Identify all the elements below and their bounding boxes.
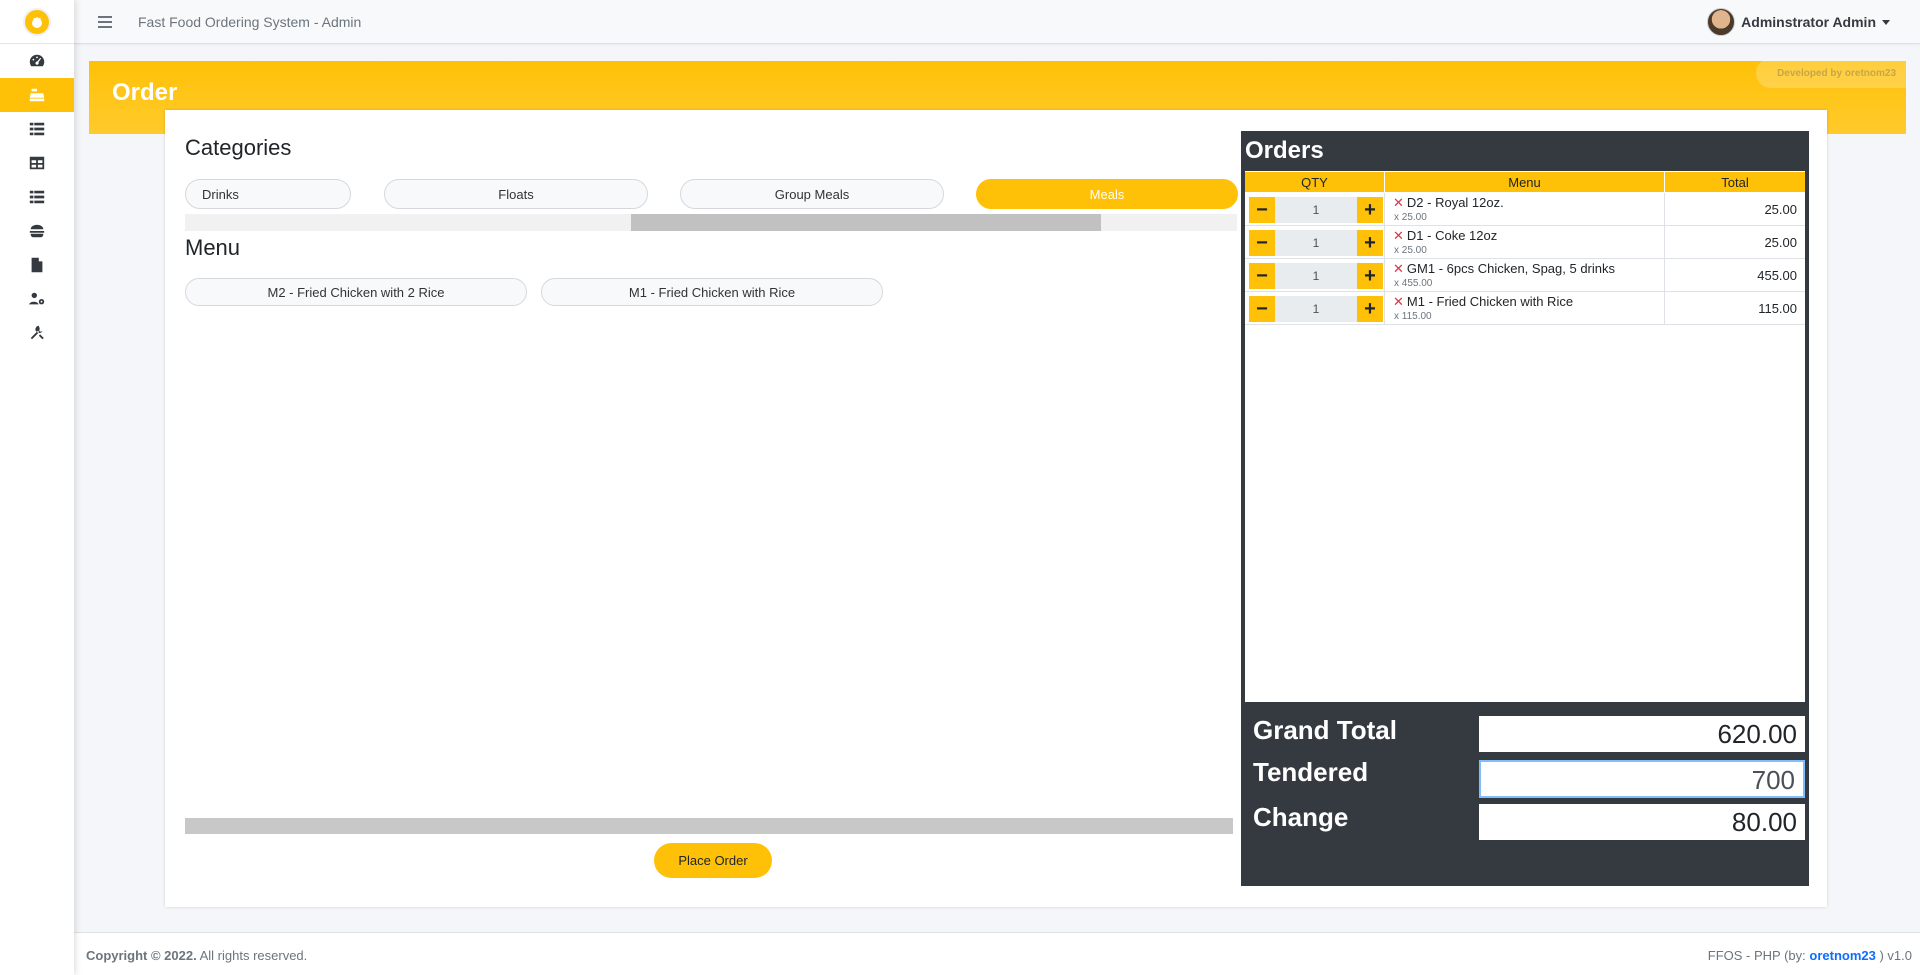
menu-toggle-icon[interactable]: [98, 15, 112, 28]
footer: Copyright © 2022. All rights reserved. F…: [74, 932, 1920, 975]
list-icon: [29, 122, 45, 136]
order-item-total: 25.00: [1764, 202, 1797, 217]
plus-button[interactable]: +: [1357, 230, 1383, 256]
author-link[interactable]: oretnom23: [1809, 948, 1875, 963]
category-group-meals[interactable]: Group Meals: [680, 179, 944, 209]
grand-total-label: Grand Total: [1253, 715, 1397, 745]
quantity-field[interactable]: 1: [1275, 296, 1357, 322]
brand-logo-icon: [23, 7, 51, 36]
burger-icon: [29, 224, 45, 238]
menu-title: Menu: [185, 235, 241, 260]
category-floats[interactable]: Floats: [384, 179, 648, 209]
copyright: Copyright © 2022. All rights reserved.: [86, 948, 308, 963]
column-header-qty: QTY: [1245, 172, 1385, 192]
change-label: Change: [1253, 802, 1349, 832]
order-row: − 1 + ✕ GM1 - 6pcs Chicken, Spag, 5 drink…: [1245, 259, 1805, 292]
grand-total-value: 620.00: [1479, 716, 1805, 752]
plus-button[interactable]: +: [1357, 197, 1383, 223]
minus-button[interactable]: −: [1249, 197, 1275, 223]
order-item-name: ✕ GM1 - 6pcs Chicken, Spag, 5 drinks: [1393, 261, 1615, 276]
file-icon: [31, 257, 43, 273]
table-icon: [29, 156, 45, 170]
order-card: Categories Drinks Floats Group Meals Mea…: [165, 110, 1827, 907]
column-header-total: Total: [1665, 172, 1805, 192]
quantity-field[interactable]: 1: [1275, 197, 1357, 223]
categories-title: Categories: [185, 135, 292, 160]
qty-stepper: − 1 +: [1245, 226, 1385, 259]
change-value: 80.00: [1479, 804, 1805, 840]
menu-scrollbar[interactable]: [185, 818, 1233, 834]
order-item-name: ✕ D1 - Coke 12oz: [1393, 228, 1498, 243]
order-item-price: x 25.00: [1394, 245, 1427, 256]
remove-icon[interactable]: ✕: [1393, 228, 1404, 243]
user-name: Adminstrator Admin: [1741, 14, 1876, 30]
plus-button[interactable]: +: [1357, 263, 1383, 289]
order-item-total: 25.00: [1764, 235, 1797, 250]
tendered-label: Tendered: [1253, 757, 1369, 787]
credit: FFOS - PHP (by: oretnom23 ) v1.0: [1707, 948, 1912, 963]
order-row: − 1 + ✕ D1 - Coke 12oz x 25.00 25.00: [1245, 226, 1805, 259]
sidebar-item-order[interactable]: [0, 78, 74, 112]
sidebar-item-menu[interactable]: [0, 214, 74, 248]
sidebar-item-reports[interactable]: [0, 248, 74, 282]
minus-button[interactable]: −: [1249, 296, 1275, 322]
tendered-input[interactable]: 700: [1479, 760, 1805, 798]
order-row: − 1 + ✕ D2 - Royal 12oz. x 25.00 25.00: [1245, 193, 1805, 226]
order-item-price: x 455.00: [1394, 278, 1433, 289]
list-alt-icon: [29, 190, 45, 204]
user-menu[interactable]: Adminstrator Admin: [1707, 8, 1890, 36]
sidebar-item-users[interactable]: [0, 282, 74, 316]
plus-button[interactable]: +: [1357, 296, 1383, 322]
sidebar-item-dashboard[interactable]: [0, 44, 74, 78]
column-header-menu: Menu: [1385, 172, 1665, 192]
order-row: − 1 + ✕ M1 - Fried Chicken with Rice x 11…: [1245, 292, 1805, 325]
qty-stepper: − 1 +: [1245, 259, 1385, 292]
users-cog-icon: [28, 292, 45, 305]
page-title: Order: [112, 79, 178, 106]
developer-badge: Developed by oretnom23: [1756, 58, 1906, 88]
cash-register-icon: [29, 88, 45, 102]
sidebar: [0, 0, 74, 975]
quantity-field[interactable]: 1: [1275, 263, 1357, 289]
order-item-price: x 115.00: [1394, 311, 1432, 322]
orders-panel: Orders QTY Menu Total − 1 + ✕ D2 - Royal …: [1241, 131, 1809, 886]
order-item-cell: ✕ D2 - Royal 12oz. x 25.00: [1385, 193, 1665, 226]
order-item-total: 115.00: [1758, 301, 1797, 316]
menu-item-m1[interactable]: M1 - Fried Chicken with Rice: [541, 278, 883, 306]
orders-title: Orders: [1245, 137, 1324, 164]
remove-icon[interactable]: ✕: [1393, 261, 1404, 276]
order-item-name: ✕ M1 - Fried Chicken with Rice: [1393, 294, 1574, 309]
minus-button[interactable]: −: [1249, 230, 1275, 256]
brand[interactable]: [0, 0, 74, 44]
order-item-cell: ✕ M1 - Fried Chicken with Rice x 115.00: [1385, 292, 1665, 325]
place-order-button[interactable]: Place Order: [654, 843, 772, 878]
sidebar-item-list[interactable]: [0, 112, 74, 146]
qty-stepper: − 1 +: [1245, 193, 1385, 226]
remove-icon[interactable]: ✕: [1393, 195, 1404, 210]
sidebar-item-list-alt[interactable]: [0, 180, 74, 214]
topbar: Fast Food Ordering System - Admin Admins…: [74, 0, 1920, 44]
order-item-total: 455.00: [1757, 268, 1797, 283]
order-item-name: ✕ D2 - Royal 12oz.: [1393, 195, 1504, 210]
order-item-price: x 25.00: [1394, 212, 1427, 223]
category-drinks[interactable]: Drinks: [185, 179, 351, 209]
tools-icon: [30, 325, 44, 340]
category-meals[interactable]: Meals: [976, 179, 1238, 209]
orders-table: QTY Menu Total − 1 + ✕ D2 - Royal 12oz. x…: [1245, 171, 1805, 702]
sidebar-item-settings[interactable]: [0, 316, 74, 350]
minus-button[interactable]: −: [1249, 263, 1275, 289]
order-item-cell: ✕ GM1 - 6pcs Chicken, Spag, 5 drinks x 45…: [1385, 259, 1665, 292]
dashboard-icon: [29, 54, 45, 67]
categories-scrollbar[interactable]: [185, 214, 1237, 231]
sidebar-item-table[interactable]: [0, 146, 74, 180]
categories-scrollbar-thumb[interactable]: [631, 214, 1101, 231]
app-title: Fast Food Ordering System - Admin: [138, 13, 362, 30]
quantity-field[interactable]: 1: [1275, 230, 1357, 256]
avatar: [1707, 8, 1736, 36]
qty-stepper: − 1 +: [1245, 292, 1385, 325]
menu-item-m2[interactable]: M2 - Fried Chicken with 2 Rice: [185, 278, 527, 306]
caret-down-icon: [1882, 19, 1890, 25]
remove-icon[interactable]: ✕: [1393, 294, 1404, 309]
order-item-cell: ✕ D1 - Coke 12oz x 25.00: [1385, 226, 1665, 259]
